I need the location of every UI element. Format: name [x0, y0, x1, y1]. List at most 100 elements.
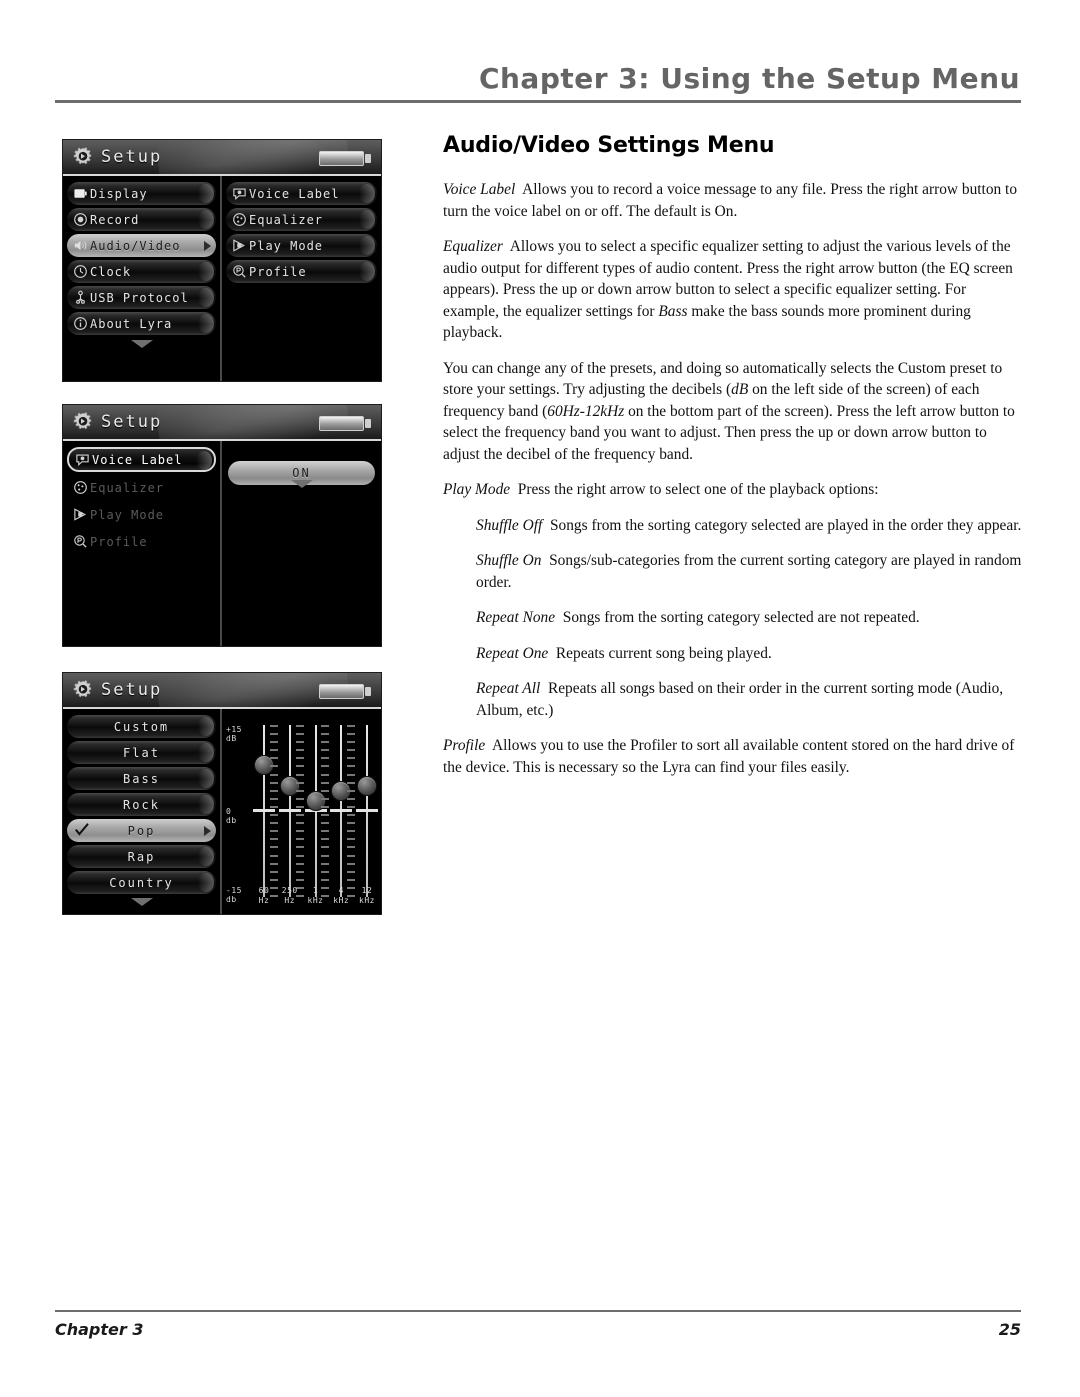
av-item-play-mode[interactable]: Play Mode [67, 502, 216, 527]
eq-preset-custom[interactable]: Custom [67, 715, 216, 738]
setup-item-display[interactable]: Display [67, 182, 216, 205]
setup-item-record[interactable]: Record [67, 208, 216, 231]
device-1-titlebar: Setup [63, 140, 381, 176]
device-1-right-menu: Voice Label Equalizer Play Mode Profile [222, 176, 381, 381]
av-item-profile-label: Profile [249, 264, 307, 279]
eq-tick-marks [321, 725, 330, 897]
paragraph-list: Voice Label Allows you to record a voice… [443, 179, 1023, 778]
eq-preset-custom-label: Custom [113, 719, 170, 734]
av-item-equalizer[interactable]: Equalizer [226, 208, 377, 231]
eq-slider-knob[interactable] [357, 776, 377, 796]
paragraph: Repeat One Repeats current song being pl… [476, 644, 772, 662]
setup-item-audio-video[interactable]: Audio/Video [67, 234, 216, 257]
page-title: Audio/Video Settings Menu [443, 133, 775, 158]
display-icon [71, 186, 90, 201]
gear-icon [71, 145, 95, 169]
eq-preset-country-label: Country [109, 875, 174, 890]
eq-preset-rock[interactable]: Rock [67, 793, 216, 816]
eq-freq-label-250Hz: 250 Hz [281, 886, 298, 905]
chevron-down-icon [130, 340, 153, 348]
play-mode-icon [230, 238, 249, 253]
profile-icon [230, 264, 249, 279]
eq-freq-label-12kHz: 12 kHz [359, 886, 375, 905]
check-icon [74, 822, 90, 838]
voice-label-icon [230, 186, 249, 201]
eq-tick-marks [347, 725, 355, 897]
paragraph-term: Repeat All [476, 680, 541, 697]
equalizer-graph: +15 dB 0 db -15 db 60 Hz 250 Hz 1 kHz 4 kHz 12 kHz [222, 715, 381, 914]
info-icon [71, 316, 90, 331]
equalizer-panel: +15 dB 0 db -15 db 60 Hz 250 Hz 1 kHz 4 kHz 12 kHz [222, 709, 381, 914]
av-item-voice-label[interactable]: Voice Label [226, 182, 377, 205]
device-2-left-menu: Voice Label Equalizer Play Mode Profile [63, 441, 220, 646]
paragraph-term: Shuffle Off [476, 516, 543, 534]
paragraph-term: Repeat None [476, 609, 556, 626]
device-1-body: Display Record Audio/Video Clock USB Protoco… [63, 176, 381, 381]
equalizer-icon [230, 212, 249, 227]
eq-preset-flat-label: Flat [123, 745, 160, 760]
eq-freq-label-1kHz: 1 kHz [307, 886, 324, 905]
eq-preset-flat[interactable]: Flat [67, 741, 216, 764]
setup-item-usb-protocol[interactable]: USB Protocol [67, 286, 216, 309]
paragraph: Equalizer Allows you to select a specifi… [443, 238, 1013, 341]
play-mode-icon [71, 507, 90, 522]
device-2-body: Voice Label Equalizer Play Mode Profile ON [63, 441, 381, 646]
eq-preset-country[interactable]: Country [67, 871, 216, 894]
eq-preset-rap-label: Rap [127, 849, 156, 864]
battery-icon [319, 416, 371, 431]
paragraph-term: Profile [443, 737, 486, 754]
av-item-equalizer[interactable]: Equalizer [67, 475, 216, 500]
av-item-profile[interactable]: Profile [226, 260, 377, 283]
paragraph: Repeat None Songs from the sorting categ… [476, 609, 920, 626]
paragraph: Voice Label Allows you to record a voice… [443, 181, 1018, 220]
paragraph-term: Play Mode [443, 481, 511, 498]
setup-item-usb-protocol-label: USB Protocol [90, 290, 189, 305]
chevron-down-icon[interactable] [290, 480, 313, 507]
chevron-right-icon [204, 240, 211, 251]
device-3-title: Setup [101, 680, 163, 700]
battery-icon [319, 151, 371, 166]
av-item-equalizer-label: Equalizer [249, 212, 324, 227]
av-item-profile[interactable]: Profile [67, 529, 216, 554]
eq-frequency-labels: 60 Hz 250 Hz 1 kHz 4 kHz 12 kHz [252, 886, 379, 908]
battery-icon [319, 684, 371, 699]
chapter-title: Chapter 3: Using the Setup Menu [478, 62, 1020, 95]
av-item-play-mode-label: Play Mode [249, 238, 324, 253]
eq-scale-max: +15 dB [226, 725, 242, 743]
eq-band-12kHz[interactable] [347, 725, 379, 897]
device-3-titlebar: Setup [63, 673, 381, 709]
device-2-value-panel: ON [222, 441, 381, 646]
scroll-down-indicator[interactable] [63, 898, 220, 906]
av-item-voice-label[interactable]: Voice Label [67, 447, 216, 472]
setup-item-clock[interactable]: Clock [67, 260, 216, 283]
voice-label-stepper[interactable]: ON [222, 447, 381, 507]
paragraph: You can change any of the presets, and d… [443, 359, 1015, 463]
equalizer-preset-list: Custom Flat Bass Rock Pop Rap Country [63, 709, 220, 914]
scroll-down-indicator[interactable] [63, 340, 220, 348]
record-icon [71, 212, 90, 227]
eq-freq-label-60Hz: 60 Hz [258, 886, 270, 905]
chapter-header: Chapter 3: Using the Setup Menu [55, 62, 1020, 96]
setup-item-clock-label: Clock [90, 264, 132, 279]
device-screenshot-voice-label: Setup Voice Label Equalizer Play Mode Profi… [62, 404, 382, 647]
setup-item-about-lyra[interactable]: About Lyra [67, 312, 216, 335]
av-item-play-mode-label: Play Mode [90, 507, 165, 522]
chevron-down-icon [130, 898, 153, 906]
footer-divider [55, 1310, 1021, 1312]
chevron-right-icon [204, 825, 211, 836]
eq-tick-marks [269, 725, 278, 897]
setup-item-record-label: Record [90, 212, 140, 227]
eq-band-sliders[interactable] [252, 725, 379, 897]
eq-preset-bass[interactable]: Bass [67, 767, 216, 790]
eq-preset-pop[interactable]: Pop [67, 819, 216, 842]
device-1-left-menu: Display Record Audio/Video Clock USB Protoco… [63, 176, 220, 381]
device-screenshot-setup-menu: Setup Display Record Audio/Video Clock USB P… [62, 139, 382, 382]
setup-item-display-label: Display [90, 186, 148, 201]
eq-preset-rap[interactable]: Rap [67, 845, 216, 868]
av-item-equalizer-label: Equalizer [90, 480, 165, 495]
profile-icon [71, 534, 90, 549]
page-number: 25 [998, 1320, 1021, 1339]
eq-scale-min: -15 db [226, 886, 242, 904]
av-item-play-mode[interactable]: Play Mode [226, 234, 377, 257]
footer-chapter-label: Chapter 3 [55, 1320, 144, 1339]
